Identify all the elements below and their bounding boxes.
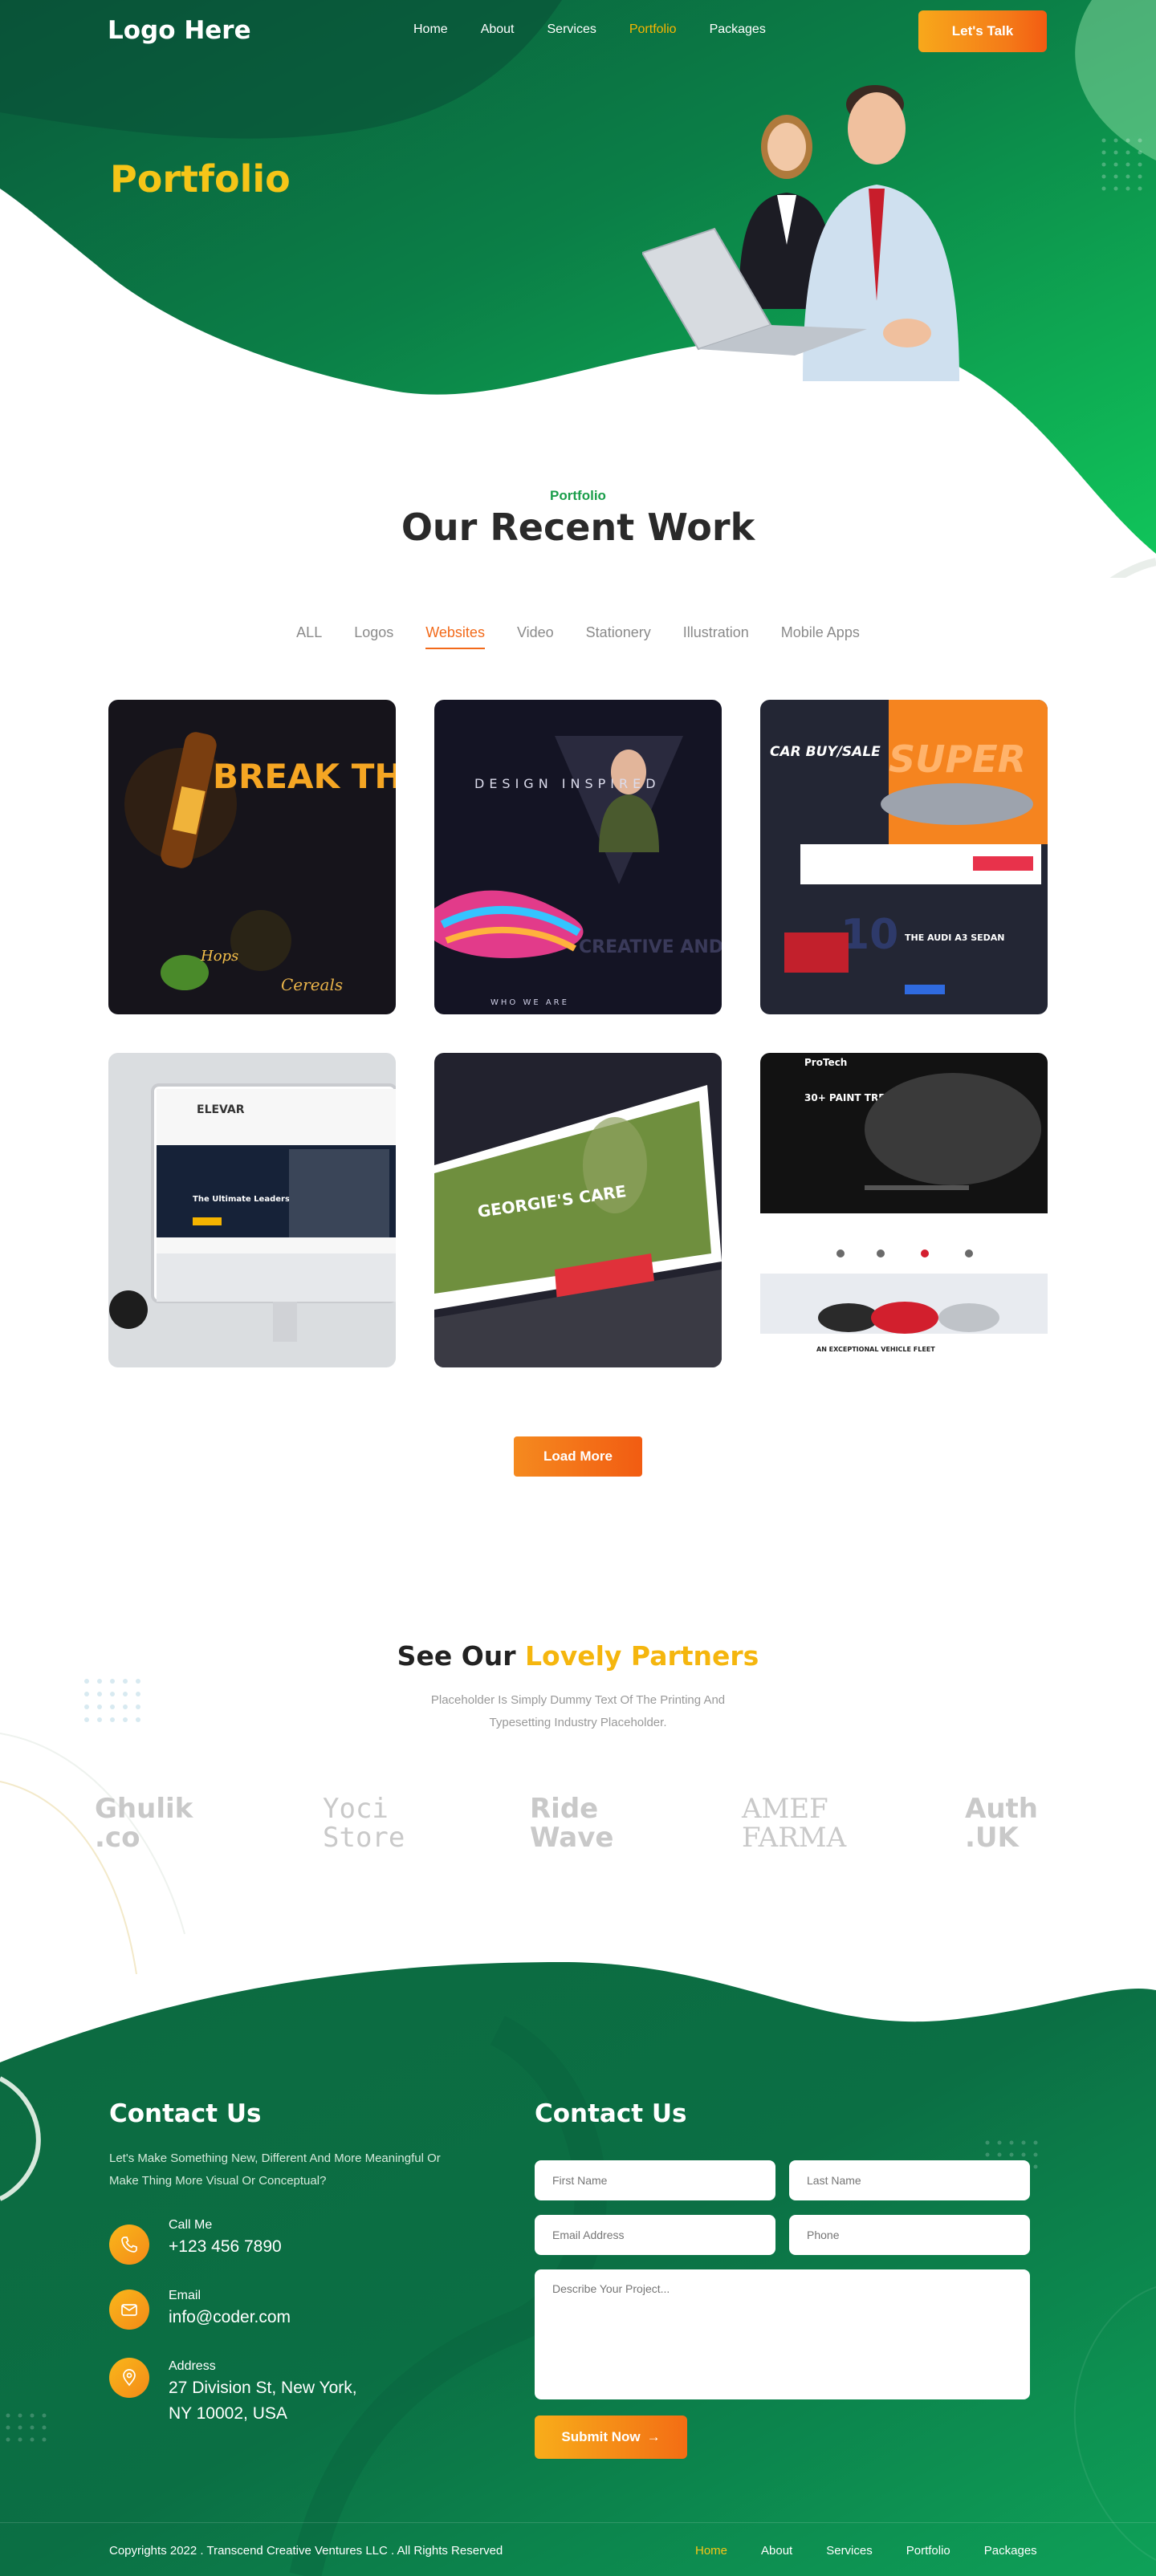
portfolio-card[interactable]: DESIGN INSPIRED CREATIVE AND TECH WHO WE… — [434, 700, 722, 1014]
portfolio-filter-tabs: ALL Logos Websites Video Stationery Illu… — [0, 624, 1156, 649]
footer-background — [0, 1962, 1156, 2576]
main-nav: Home About Services Portfolio Packages — [413, 22, 799, 37]
nav-home[interactable]: Home — [413, 22, 448, 37]
filter-websites[interactable]: Websites — [425, 624, 485, 649]
first-name-field[interactable] — [535, 2160, 775, 2200]
partner-logo-line2: .UK — [965, 1822, 1019, 1854]
filter-stationery[interactable]: Stationery — [586, 624, 651, 649]
filter-video[interactable]: Video — [517, 624, 554, 649]
partner-logo-auth: Auth .UK — [965, 1794, 1038, 1852]
card-subtext-2: AN EXCEPTIONAL VEHICLE FLEET — [816, 1346, 935, 1353]
email-label: Email — [169, 2289, 201, 2302]
filter-illustration[interactable]: Illustration — [683, 624, 749, 649]
site-logo[interactable]: Logo Here — [108, 16, 251, 45]
card-heading: ProTech — [804, 1057, 847, 1068]
partner-logo-line2: Wave — [530, 1822, 614, 1854]
portfolio-thumbnail: BREAK THE BEER Hops Cereals — [108, 700, 396, 1014]
nav-about[interactable]: About — [481, 22, 515, 37]
card-subtext: Hops — [200, 948, 238, 965]
partner-logo-yoci: Yoci Store — [323, 1794, 405, 1852]
nav-packages[interactable]: Packages — [710, 22, 766, 37]
portfolio-card[interactable]: BREAK THE BEER Hops Cereals — [108, 700, 396, 1014]
partner-logo-amef: AMEF FARMA — [742, 1794, 846, 1852]
filter-mobile-apps[interactable]: Mobile Apps — [781, 624, 860, 649]
partner-logo-line1: Auth — [965, 1793, 1038, 1825]
card-subtext-2: THE AUDI A3 SEDAN — [905, 932, 1005, 943]
portfolio-thumbnail: SUPER CAR BUY/SALE 10 THE AUDI A3 SEDAN — [760, 700, 1048, 1014]
email-address[interactable]: info@coder.com — [169, 2305, 291, 2330]
portfolio-thumbnail: ProTech 30+ PAINT TREATMENT AN EXCEPTION… — [760, 1053, 1048, 1367]
partners-title: See Our Lovely Partners — [0, 1640, 1156, 1672]
partner-logo-line1: Ride — [530, 1793, 599, 1825]
portfolio-thumbnail: ELEVAR The Ultimate Leadership Experienc… — [108, 1053, 396, 1367]
partner-logo-ghulik: Ghulik .co — [95, 1794, 193, 1852]
partner-logo-line2: Store — [323, 1822, 405, 1854]
contact-info-title: Contact Us — [109, 2099, 262, 2128]
footer-nav-packages[interactable]: Packages — [984, 2544, 1037, 2558]
call-label: Call Me — [169, 2218, 213, 2232]
portfolio-thumbnail: DESIGN INSPIRED CREATIVE AND TECH WHO WE… — [434, 700, 722, 1014]
address-line-2: NY 10002, USA — [169, 2404, 287, 2423]
lets-talk-button[interactable]: Let's Talk — [918, 10, 1047, 52]
card-heading: BREAK THE BEER — [213, 757, 396, 796]
address-label: Address — [169, 2359, 216, 2373]
project-description-field[interactable] — [535, 2269, 1030, 2399]
submit-button[interactable]: Submit Now → — [535, 2416, 687, 2459]
portfolio-card[interactable]: ProTech 30+ PAINT TREATMENT AN EXCEPTION… — [760, 1053, 1048, 1367]
footer-divider — [0, 2522, 1156, 2523]
partner-logo-ridewave: Ride Wave — [530, 1794, 613, 1852]
footer-nav-about[interactable]: About — [761, 2544, 792, 2558]
card-subtext-2: WHO WE ARE — [490, 998, 569, 1007]
last-name-field[interactable] — [789, 2160, 1030, 2200]
page-title: Portfolio — [110, 157, 291, 201]
card-heading: ELEVAR — [197, 1103, 245, 1116]
portfolio-card[interactable]: GEORGIE'S CARE — [434, 1053, 722, 1367]
filter-logos[interactable]: Logos — [354, 624, 393, 649]
partner-logo-line2: FARMA — [742, 1822, 847, 1854]
location-icon — [109, 2358, 149, 2398]
section-title: Our Recent Work — [401, 506, 755, 549]
footer-nav-home[interactable]: Home — [695, 2544, 727, 2558]
address-line-1: 27 Division St, New York, — [169, 2379, 357, 2397]
card-subtext: CREATIVE AND TECH — [579, 937, 722, 957]
portfolio-thumbnail: GEORGIE'S CARE — [434, 1053, 722, 1367]
portfolio-card[interactable]: ELEVAR The Ultimate Leadership Experienc… — [108, 1053, 396, 1367]
partners-subtitle: Placeholder Is Simply Dummy Text Of The … — [430, 1693, 726, 1729]
partner-logo-line2: .co — [95, 1822, 140, 1854]
card-subtext: SUPER — [889, 737, 1026, 781]
email-icon — [109, 2290, 149, 2330]
footer-section — [0, 1950, 1156, 2576]
submit-label: Submit Now — [561, 2429, 641, 2444]
load-more-button[interactable]: Load More — [514, 1436, 642, 1477]
svg-text:10: 10 — [841, 911, 898, 959]
nav-portfolio[interactable]: Portfolio — [629, 22, 677, 37]
copyright-text: Copyrights 2022 . Transcend Creative Ven… — [109, 2544, 503, 2558]
phone-number[interactable]: +123 456 7890 — [169, 2234, 282, 2259]
portfolio-grid: BREAK THE BEER Hops Cereals DESIGN INSPI… — [108, 700, 1048, 1367]
contact-info-text: Let's Make Something New, Different And … — [109, 2151, 441, 2188]
card-heading: CAR BUY/SALE — [770, 744, 881, 760]
card-subtext-2: Cereals — [281, 975, 343, 994]
partner-logo-line1: Ghulik — [95, 1793, 193, 1825]
section-kicker: Portfolio — [550, 488, 606, 503]
phone-field[interactable] — [789, 2215, 1030, 2255]
card-heading: DESIGN INSPIRED — [474, 776, 661, 791]
phone-icon — [109, 2225, 149, 2265]
footer-nav: Home About Services Portfolio Packages — [695, 2544, 1071, 2558]
footer-nav-services[interactable]: Services — [826, 2544, 873, 2558]
filter-all[interactable]: ALL — [296, 624, 322, 649]
footer-nav-portfolio[interactable]: Portfolio — [906, 2544, 950, 2558]
partner-logo-line1: AMEF — [742, 1793, 828, 1825]
partners-title-plain: See Our — [397, 1640, 516, 1672]
partners-title-highlight: Lovely Partners — [525, 1640, 759, 1672]
contact-form-title: Contact Us — [535, 2099, 687, 2128]
business-people-image — [642, 85, 959, 381]
email-field[interactable] — [535, 2215, 775, 2255]
partner-logo-line1: Yoci — [323, 1793, 389, 1825]
portfolio-card[interactable]: SUPER CAR BUY/SALE 10 THE AUDI A3 SEDAN — [760, 700, 1048, 1014]
nav-services[interactable]: Services — [547, 22, 596, 37]
arrow-right-icon: → — [646, 2429, 661, 2444]
